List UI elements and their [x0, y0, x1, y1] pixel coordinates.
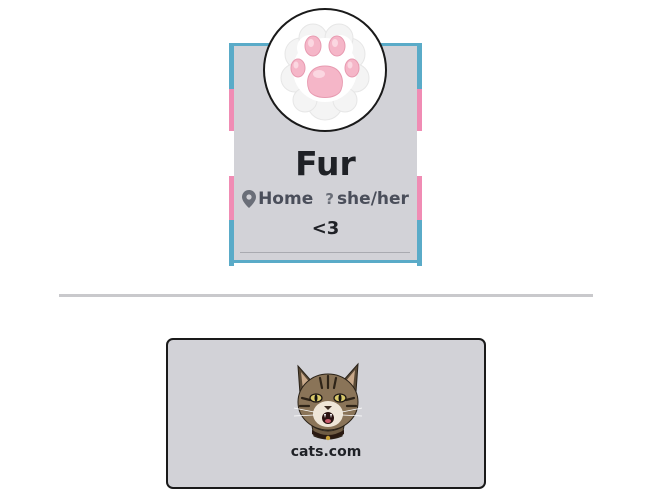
- profile-bio: <3: [311, 218, 340, 239]
- location-text: Home: [258, 189, 314, 209]
- profile-page: Fur Home ? she/her <3 cats.com: [0, 0, 650, 500]
- cat-head-icon: [293, 362, 363, 441]
- card-divider: [240, 252, 410, 253]
- cat-paw-icon: [280, 23, 370, 121]
- avatar: [263, 8, 387, 132]
- pronoun-icon: ?: [325, 190, 334, 208]
- profile-name: Fur: [295, 144, 356, 183]
- section-divider: [59, 294, 593, 297]
- pronouns-text: she/her: [336, 189, 409, 209]
- flag-stripe: [229, 89, 234, 131]
- profile-meta: Home ? she/her: [229, 186, 422, 212]
- link-card-cats[interactable]: cats.com: [166, 338, 486, 489]
- location-pin-icon: [242, 190, 257, 208]
- flag-stripe: [229, 43, 234, 89]
- flag-stripe: [417, 89, 422, 131]
- flag-stripe: [417, 43, 422, 89]
- link-label: cats.com: [290, 444, 362, 460]
